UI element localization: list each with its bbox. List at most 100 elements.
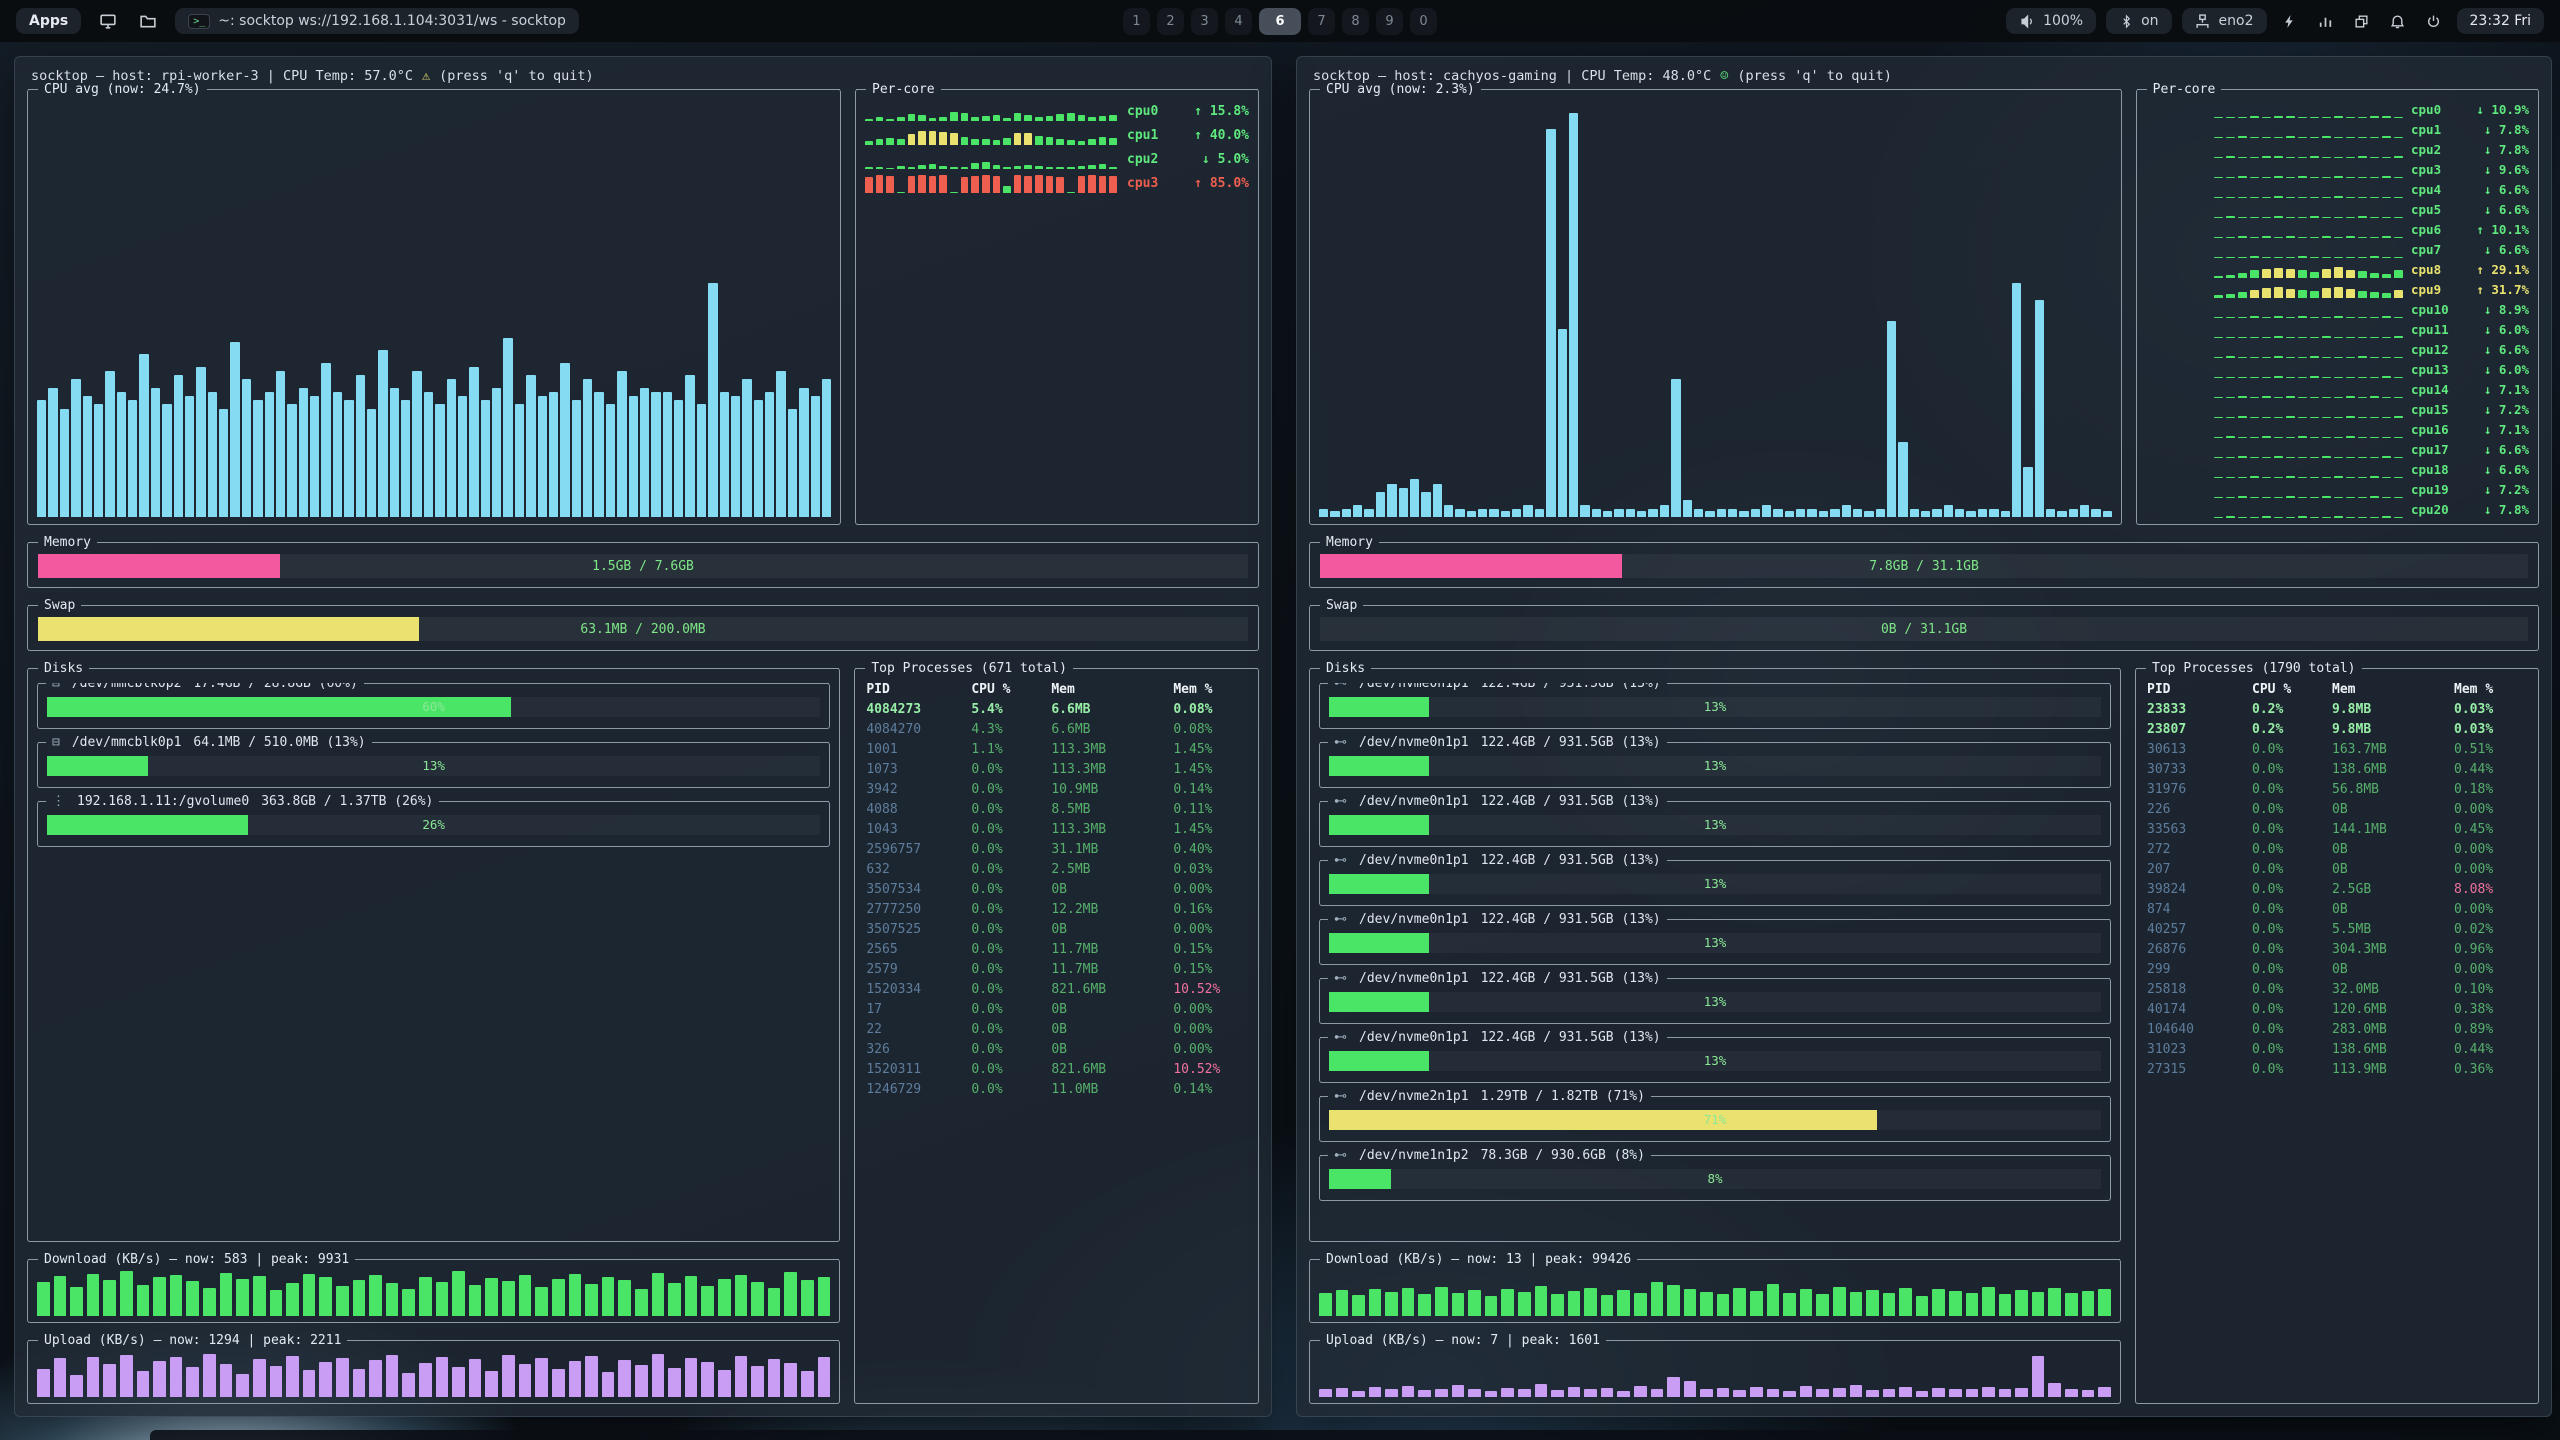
core-row: cpu0↑ 15.8% — [865, 101, 1249, 121]
percore-panel: Per-core cpu0↓ 10.9%cpu1↓ 7.8%cpu2↓ 7.8%… — [2136, 89, 2539, 525]
notifications-bell-icon[interactable] — [2385, 8, 2411, 34]
upload-chart — [1319, 1350, 2111, 1397]
core-row: cpu14↓ 7.1% — [2146, 381, 2529, 398]
workspace-0[interactable]: 0 — [1410, 8, 1437, 35]
disk-percent-label: 13% — [1329, 874, 2101, 894]
files-icon[interactable] — [135, 8, 161, 34]
workspace-1[interactable]: 1 — [1123, 8, 1150, 35]
upload-panel: Upload (KB/s) — now: 1294 | peak: 2211 — [27, 1340, 840, 1404]
process-row: 398240.0%2.5GB8.08% — [2147, 879, 2530, 899]
disk-item: ⊷/dev/nvme0n1p1122.4GB / 931.5GB (13%)13… — [1319, 919, 2111, 965]
dock-hint[interactable] — [150, 1430, 2400, 1440]
process-row: 10730.0%113.3MB1.45% — [866, 759, 1250, 779]
core-sparkline — [2146, 201, 2403, 218]
core-sparkline — [2146, 341, 2403, 358]
process-row: 319760.0%56.8MB0.18% — [2147, 779, 2530, 799]
process-row: 27772500.0%12.2MB0.16% — [866, 899, 1250, 919]
core-sparkline — [2146, 481, 2403, 498]
disk-icon: ⊷ — [1334, 1030, 1347, 1045]
workspace-2[interactable]: 2 — [1157, 8, 1184, 35]
disk-percent-label: 13% — [47, 756, 820, 776]
core-sparkline — [2146, 321, 2403, 338]
core-label: cpu16↓ 7.1% — [2411, 421, 2529, 438]
disk-title: ⊟/dev/mmcblk0p217.4GB / 28.8GB (60%) — [46, 683, 364, 691]
process-row: 3260.0%0B0.00% — [866, 1039, 1250, 1059]
bluetooth-indicator[interactable]: on — [2106, 8, 2171, 34]
network-indicator[interactable]: eno2 — [2182, 8, 2267, 34]
download-chart — [1319, 1269, 2111, 1316]
disk-list: ⊷/dev/nvme0n1p1122.4GB / 931.5GB (13%) 13… — [1319, 683, 2111, 1232]
core-sparkline — [2146, 241, 2403, 258]
disk-name: /dev/nvme0n1p1 — [1359, 912, 1469, 927]
workspace-9[interactable]: 9 — [1376, 8, 1403, 35]
workspace-8[interactable]: 8 — [1342, 8, 1369, 35]
clock[interactable]: 23:32 Fri — [2457, 8, 2544, 34]
panel-title: Top Processes (671 total) — [865, 661, 1073, 676]
disk-item: ⋮192.168.1.11:/gvolume0363.8GB / 1.37TB … — [37, 801, 830, 847]
process-row: 335630.0%144.1MB0.45% — [2147, 819, 2530, 839]
stats-icon[interactable] — [2313, 8, 2339, 34]
power-icon[interactable] — [2421, 8, 2447, 34]
core-row: cpu1↓ 7.8% — [2146, 121, 2529, 138]
process-row: 310230.0%138.6MB0.44% — [2147, 1039, 2530, 1059]
workspace-4[interactable]: 4 — [1225, 8, 1252, 35]
disk-percent-label: 13% — [1329, 697, 2101, 717]
core-row: cpu7↓ 6.6% — [2146, 241, 2529, 258]
panel-title: Per-core — [866, 82, 941, 97]
process-row: 306130.0%163.7MB0.51% — [2147, 739, 2530, 759]
disk-name: /dev/mmcblk0p1 — [72, 735, 182, 750]
panel-title: Swap — [38, 598, 81, 613]
core-row: cpu13↓ 6.0% — [2146, 361, 2529, 378]
core-row: cpu17↓ 6.6% — [2146, 441, 2529, 458]
swap-meter: 0B / 31.1GB — [1320, 617, 2528, 641]
core-label: cpu4↓ 6.6% — [2411, 181, 2529, 198]
disk-icon: ⊷ — [1334, 1148, 1347, 1163]
percore-panel: Per-core cpu0↑ 15.8%cpu1↑ 40.0%cpu2↓ 5.0… — [855, 89, 1259, 525]
quit-hint: (press 'q' to quit) — [1737, 68, 1891, 84]
window-icon[interactable] — [95, 8, 121, 34]
process-row: 273150.0%113.9MB0.36% — [2147, 1059, 2530, 1079]
disk-item: ⊷/dev/nvme0n1p1122.4GB / 931.5GB (13%)13… — [1319, 742, 2111, 788]
disk-title: ⊷/dev/nvme0n1p1122.4GB / 931.5GB (13%) — [1328, 912, 1667, 927]
process-row: 238330.2%9.8MB0.03% — [2147, 699, 2530, 719]
layers-icon[interactable] — [2349, 8, 2375, 34]
disk-item: ⊟/dev/mmcblk0p164.1MB / 510.0MB (13%)13% — [37, 742, 830, 788]
disk-list: ⊟/dev/mmcblk0p217.4GB / 28.8GB (60%) 60% ⊟… — [37, 683, 830, 1232]
process-row: 220.0%0B0.00% — [866, 1019, 1250, 1039]
core-row: cpu16↓ 7.1% — [2146, 421, 2529, 438]
core-label: cpu1↑ 40.0% — [1127, 125, 1249, 145]
terminal-window-left[interactable]: socktop — host: rpi-worker-3 | CPU Temp:… — [14, 56, 1272, 1417]
workspace-6[interactable]: 6 — [1259, 8, 1301, 35]
disk-usage-meter: 13% — [1329, 1051, 2101, 1071]
process-table-header: PIDCPU %MemMem % — [866, 679, 1250, 699]
core-row: cpu4↓ 6.6% — [2146, 181, 2529, 198]
terminal-tab[interactable]: >_ ~: socktop ws://192.168.1.104:3031/ws… — [175, 8, 579, 34]
apps-button[interactable]: Apps — [16, 8, 81, 34]
disk-name: /dev/nvme0n1p1 — [1359, 735, 1469, 750]
disk-name: /dev/nvme2n1p1 — [1359, 1089, 1469, 1104]
disk-item: ⊷/dev/nvme0n1p1122.4GB / 931.5GB (13%)13… — [1319, 978, 2111, 1024]
disk-percent-label: 26% — [47, 815, 820, 835]
disk-icon: ⊷ — [1334, 683, 1347, 691]
disk-usage-meter: 60% — [47, 697, 820, 717]
process-table: PIDCPU %MemMem %40842735.4%6.6MB0.08%408… — [866, 679, 1250, 1395]
process-row: 12467290.0%11.0MB0.14% — [866, 1079, 1250, 1099]
power-profile-icon[interactable] — [2277, 8, 2303, 34]
workspace-7[interactable]: 7 — [1308, 8, 1335, 35]
terminal-title-right: socktop — host: cachyos-gaming | CPU Tem… — [1309, 63, 2539, 89]
core-sparkline — [2146, 361, 2403, 378]
workspace-3[interactable]: 3 — [1191, 8, 1218, 35]
core-sparkline — [2146, 221, 2403, 238]
terminal-window-right[interactable]: socktop — host: cachyos-gaming | CPU Tem… — [1296, 56, 2552, 1417]
disk-usage-meter: 13% — [1329, 933, 2101, 953]
process-row: 402570.0%5.5MB0.02% — [2147, 919, 2530, 939]
memory-panel: Memory 1.5GB / 7.6GB — [27, 542, 1259, 588]
memory-usage-text: 1.5GB / 7.6GB — [38, 554, 1248, 578]
process-row: 1046400.0%283.0MB0.89% — [2147, 1019, 2530, 1039]
cpu-history-chart — [37, 100, 831, 517]
memory-meter: 1.5GB / 7.6GB — [38, 554, 1248, 578]
core-row: cpu6↑ 10.1% — [2146, 221, 2529, 238]
volume-indicator[interactable]: 100% — [2006, 8, 2096, 34]
download-chart — [37, 1269, 830, 1316]
core-row: cpu3↓ 9.6% — [2146, 161, 2529, 178]
